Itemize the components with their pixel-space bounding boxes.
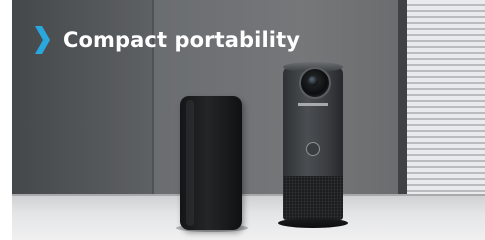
camera-logo [298, 103, 328, 106]
phone-glare [186, 100, 194, 226]
banner-title: Compact portability [63, 28, 301, 52]
banner-heading: Compact portability [33, 22, 300, 58]
camera-lens [308, 76, 318, 86]
camera-base [278, 218, 348, 228]
camera-button [306, 142, 320, 156]
chevron-right-icon [35, 26, 50, 54]
camera-speaker-grille [283, 176, 343, 220]
window-blinds [407, 0, 485, 205]
table-surface [12, 196, 485, 240]
feature-banner: Compact portability [0, 0, 485, 240]
